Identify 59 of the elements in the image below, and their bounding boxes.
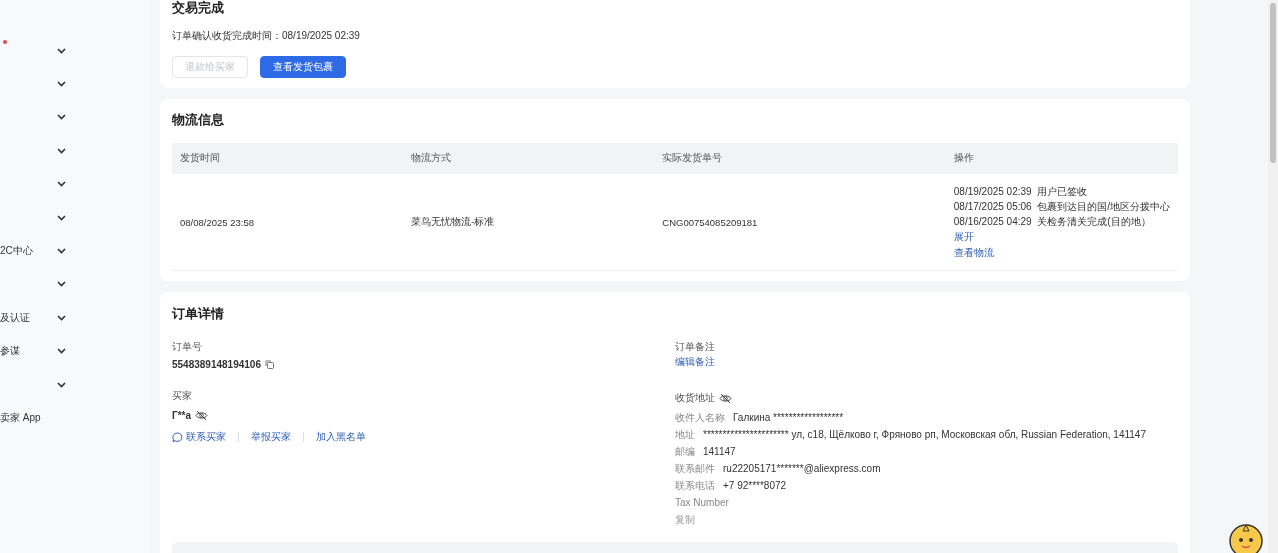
tracking-event: 08/19/2025 02:39 用户已签收 xyxy=(953,184,1089,199)
chevron-down-icon xyxy=(57,281,66,288)
chat-bubble-icon xyxy=(172,431,183,443)
field-label: Tax Number xyxy=(675,496,729,510)
field-value: 141147 xyxy=(703,445,736,459)
confirm-time-text: 订单确认收货完成时间：08/19/2025 02:39 xyxy=(172,29,360,43)
scrollbar-thumb[interactable] xyxy=(1270,3,1276,163)
sidebar-item[interactable]: 2C中心 xyxy=(0,244,33,259)
card-title: 物流信息 xyxy=(172,112,225,129)
sidebar-item[interactable]: 及认证 xyxy=(0,310,30,325)
column-header: 实际发货单号 xyxy=(654,143,946,174)
chevron-down-icon xyxy=(57,314,66,321)
chevron-down-icon xyxy=(57,81,66,88)
field-label: 邮编 xyxy=(675,445,695,459)
field-label: 联系邮件 xyxy=(675,462,715,476)
track-link[interactable]: 查看物流 xyxy=(953,246,994,258)
buyer-name: Г**а xyxy=(172,410,191,421)
buyer-action-link[interactable]: 加入黑名单 xyxy=(316,429,366,445)
buyer-action-link[interactable]: 举报买家 xyxy=(251,429,291,445)
field-label: 订单号 xyxy=(172,341,203,354)
tracking-event: 08/16/2025 04:29 关检务清关完成(目的地） xyxy=(953,214,1152,229)
field-value: ru22205171*******@aliexpress.com xyxy=(723,462,881,476)
sidebar-link[interactable]: 卖家 App xyxy=(0,411,41,425)
field-label: 收件人名称 xyxy=(675,411,725,425)
buyer-action-link[interactable]: 联系买家 xyxy=(186,429,226,445)
field-label: 联系电话 xyxy=(675,479,715,493)
eye-slash-icon[interactable] xyxy=(195,410,208,421)
table-cell: CNG00754085209181 xyxy=(654,174,946,271)
sidebar-item[interactable]: 参谋 xyxy=(0,344,20,359)
field-label: 收货地址 xyxy=(675,392,715,405)
chevron-down-icon xyxy=(57,47,66,54)
column-header: 操作 xyxy=(945,143,1178,174)
card-title: 订单详情 xyxy=(172,306,225,323)
chevron-down-icon xyxy=(57,248,66,255)
column-header: 物流方式 xyxy=(403,143,655,174)
field-value: ********************** ул, с18, Щёлково г, Фряново рп, Московская обл, Russian Federation, 141147 xyxy=(703,428,1146,442)
field-label: 买家 xyxy=(172,390,193,403)
eye-slash-icon[interactable] xyxy=(719,393,732,404)
field-value: Галкина ****************** xyxy=(733,411,844,425)
expand-link[interactable]: 展开 xyxy=(953,230,974,242)
chevron-down-icon xyxy=(57,214,66,221)
field-label: 订单备注 xyxy=(675,341,716,354)
card-title: 交易完成 xyxy=(172,0,225,17)
chevron-down-icon xyxy=(57,181,66,188)
table-cell: 菜鸟无忧物流-标准 xyxy=(403,174,655,271)
edit-remark-link[interactable]: 编辑备注 xyxy=(675,356,715,367)
chevron-down-icon xyxy=(57,114,66,121)
field-label: 地址 xyxy=(675,428,695,442)
tracking-event: 08/17/2025 05:06 包裹到达目的国/地区分拨中心 xyxy=(953,199,1170,214)
table-cell: 08/08/2025 23:58 xyxy=(172,174,404,271)
mascot-icon[interactable] xyxy=(1228,523,1264,553)
copy-icon[interactable] xyxy=(265,360,274,369)
field-value: +7 92****8072 xyxy=(723,479,787,493)
order-number: 5548389148194106 xyxy=(172,359,261,370)
column-header: 发货时间 xyxy=(172,143,404,174)
chevron-down-icon xyxy=(57,348,66,355)
view-package-button[interactable]: 查看发货包裹 xyxy=(260,56,346,78)
chevron-down-icon xyxy=(57,381,66,388)
chevron-down-icon xyxy=(57,147,66,154)
